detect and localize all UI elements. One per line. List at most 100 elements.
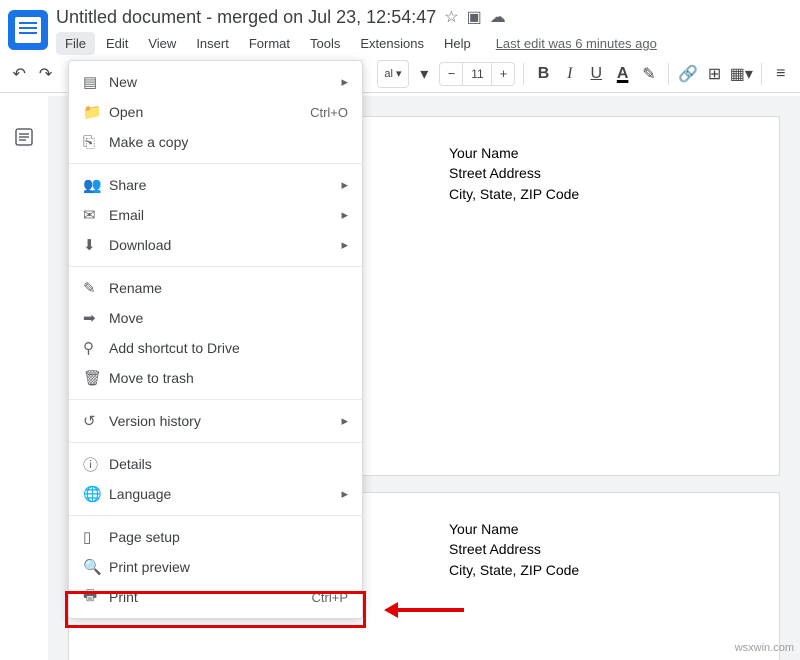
shortcut-icon: ⚲ xyxy=(83,339,109,357)
trash-icon: 🗑 xyxy=(83,369,109,387)
share-icon: 👥 xyxy=(83,176,109,194)
undo-button[interactable]: ↶ xyxy=(8,60,30,88)
globe-icon: 🌐 xyxy=(83,485,109,503)
menu-tools[interactable]: Tools xyxy=(301,32,349,55)
email-icon: ✉ xyxy=(83,206,109,224)
text-color-button[interactable]: A xyxy=(611,60,633,88)
watermark: wsxwin.com xyxy=(735,642,794,654)
menu-label: Add shortcut to Drive xyxy=(109,340,348,356)
last-edit-link[interactable]: Last edit was 6 minutes ago xyxy=(496,36,657,51)
add-comment-button[interactable]: ⊞ xyxy=(703,60,725,88)
annotation-arrow xyxy=(384,605,464,617)
menu-view[interactable]: View xyxy=(139,32,185,55)
doc-text-line: City, State, ZIP Code xyxy=(449,184,749,204)
document-icon: ▤ xyxy=(83,73,109,91)
menu-language[interactable]: 🌐 Language ▸ xyxy=(69,479,362,509)
menu-label: Email xyxy=(109,207,341,223)
menu-move[interactable]: ➡ Move xyxy=(69,303,362,333)
doc-text-line: Street Address xyxy=(449,163,749,183)
doc-text-line: Your Name xyxy=(449,519,749,539)
menu-email[interactable]: ✉ Email ▸ xyxy=(69,200,362,230)
menu-label: Open xyxy=(109,104,310,120)
left-rail xyxy=(0,96,48,660)
align-button[interactable]: ≡ xyxy=(770,60,792,88)
font-size-plus[interactable]: + xyxy=(492,66,514,81)
docs-logo[interactable] xyxy=(8,10,48,50)
submenu-arrow-icon: ▸ xyxy=(341,74,348,90)
menu-label: Make a copy xyxy=(109,134,348,150)
menu-page-setup[interactable]: ▯ Page setup xyxy=(69,522,362,552)
cloud-status-icon[interactable]: ☁ xyxy=(490,7,506,27)
menu-label: Page setup xyxy=(109,529,348,545)
menu-open[interactable]: 📁 Open Ctrl+O xyxy=(69,97,362,127)
menu-help[interactable]: Help xyxy=(435,32,480,55)
menu-label: Download xyxy=(109,237,341,253)
move-icon: ➡ xyxy=(83,309,109,327)
move-to-folder-icon[interactable]: ▣ xyxy=(467,7,482,27)
outline-icon[interactable] xyxy=(15,128,33,146)
info-icon: ⓘ xyxy=(83,454,109,475)
shortcut-label: Ctrl+P xyxy=(312,590,348,605)
shortcut-label: Ctrl+O xyxy=(310,105,348,120)
submenu-arrow-icon: ▸ xyxy=(341,486,348,502)
doc-title[interactable]: Untitled document - merged on Jul 23, 12… xyxy=(56,7,436,28)
submenu-arrow-icon: ▸ xyxy=(341,177,348,193)
menu-version-history[interactable]: ↺ Version history ▸ xyxy=(69,406,362,436)
bold-button[interactable]: B xyxy=(532,60,554,88)
menu-label: Move xyxy=(109,310,348,326)
menu-label: Version history xyxy=(109,413,341,429)
menu-make-copy[interactable]: ⎘ Make a copy xyxy=(69,127,362,157)
divider xyxy=(69,266,362,267)
menu-label: Rename xyxy=(109,280,348,296)
menu-extensions[interactable]: Extensions xyxy=(351,32,433,55)
menu-label: New xyxy=(109,74,341,90)
highlight-color-button[interactable]: ✎ xyxy=(638,60,660,88)
menu-format[interactable]: Format xyxy=(240,32,299,55)
download-icon: ⬇ xyxy=(83,236,109,254)
menu-print-preview[interactable]: 🔍 Print preview xyxy=(69,552,362,582)
divider xyxy=(69,442,362,443)
separator xyxy=(668,63,669,85)
doc-text-line: Your Name xyxy=(449,143,749,163)
rename-icon: ✎ xyxy=(83,279,109,297)
doc-text-line: Street Address xyxy=(449,539,749,559)
menu-details[interactable]: ⓘ Details xyxy=(69,449,362,479)
divider xyxy=(69,399,362,400)
menu-add-shortcut[interactable]: ⚲ Add shortcut to Drive xyxy=(69,333,362,363)
insert-image-button[interactable]: ▦▾ xyxy=(730,60,753,88)
font-size-stepper[interactable]: − 11 + xyxy=(439,62,515,86)
separator xyxy=(523,63,524,85)
menu-insert[interactable]: Insert xyxy=(187,32,238,55)
insert-link-button[interactable]: 🔗 xyxy=(677,60,699,88)
font-dropdown[interactable]: ▾ xyxy=(413,60,435,88)
redo-button[interactable]: ↷ xyxy=(34,60,56,88)
menu-file[interactable]: File xyxy=(56,32,95,55)
app-header: Untitled document - merged on Jul 23, 12… xyxy=(0,0,800,55)
menu-rename[interactable]: ✎ Rename xyxy=(69,273,362,303)
italic-button[interactable]: I xyxy=(559,60,581,88)
menu-label: Details xyxy=(109,456,348,472)
menu-label: Share xyxy=(109,177,341,193)
menu-edit[interactable]: Edit xyxy=(97,32,137,55)
history-icon: ↺ xyxy=(83,412,109,430)
preview-icon: 🔍 xyxy=(83,558,109,576)
font-size-minus[interactable]: − xyxy=(440,66,462,81)
menu-label: Print preview xyxy=(109,559,348,575)
menu-new[interactable]: ▤ New ▸ xyxy=(69,67,362,97)
menu-print[interactable]: 🖶 Print Ctrl+P xyxy=(69,582,362,612)
star-icon[interactable]: ☆ xyxy=(444,7,458,27)
divider xyxy=(69,515,362,516)
menu-download[interactable]: ⬇ Download ▸ xyxy=(69,230,362,260)
font-size-value[interactable]: 11 xyxy=(462,63,492,85)
folder-icon: 📁 xyxy=(83,103,109,121)
submenu-arrow-icon: ▸ xyxy=(341,413,348,429)
doc-text-line: City, State, ZIP Code xyxy=(449,560,749,580)
separator xyxy=(761,63,762,85)
divider xyxy=(69,163,362,164)
style-dropdown[interactable]: al ▾ xyxy=(377,60,409,88)
menu-move-to-trash[interactable]: 🗑 Move to trash xyxy=(69,363,362,393)
menu-share[interactable]: 👥 Share ▸ xyxy=(69,170,362,200)
underline-button[interactable]: U xyxy=(585,60,607,88)
menu-label: Move to trash xyxy=(109,370,348,386)
copy-icon: ⎘ xyxy=(83,134,109,151)
